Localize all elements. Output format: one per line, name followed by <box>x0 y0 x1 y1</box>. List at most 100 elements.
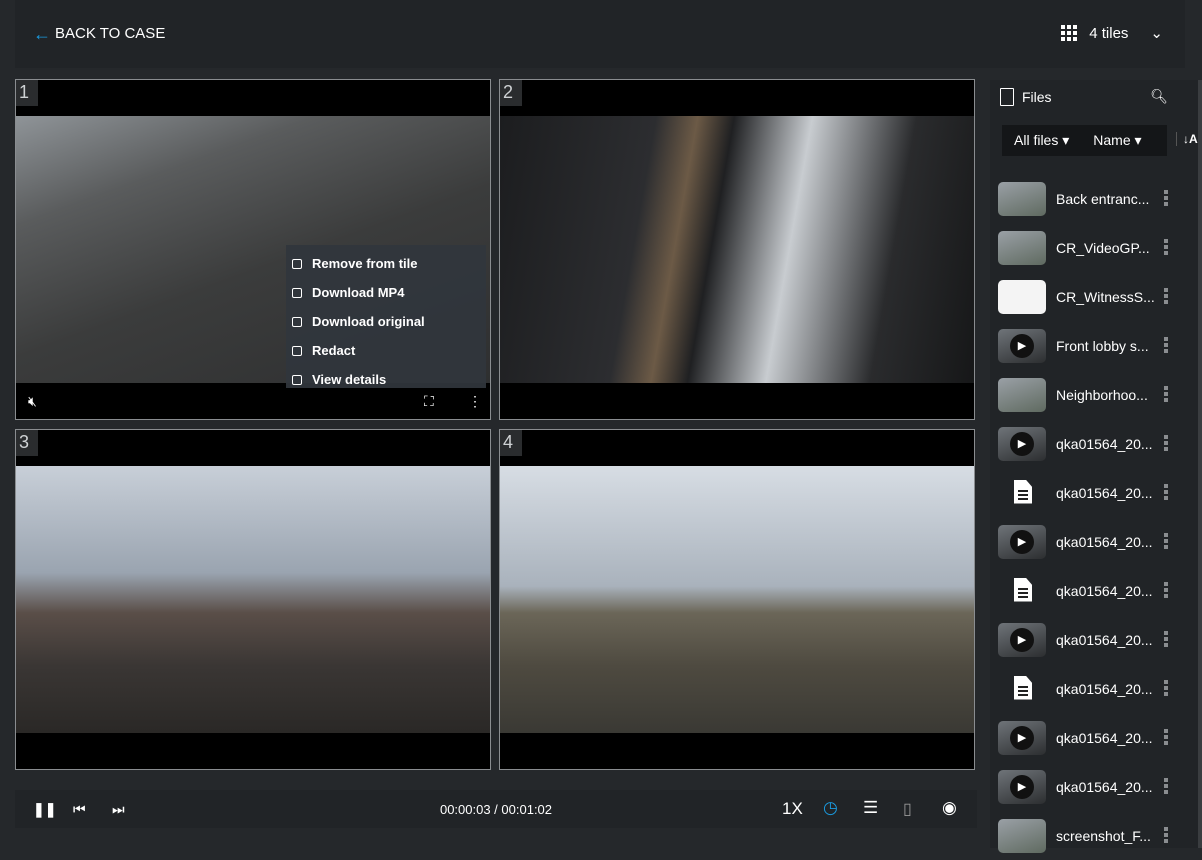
eye-icon[interactable]: ◉ <box>942 798 957 818</box>
file-name: Front lobby s... <box>1056 337 1149 354</box>
file-thumbnail <box>998 181 1046 216</box>
file-list-item[interactable]: Back entranc... <box>998 174 1188 223</box>
file-name: qka01564_20... <box>1056 778 1153 795</box>
file-list: Back entranc... CR_VideoGP... CR_WitnessS.… <box>998 174 1188 860</box>
file-options-icon[interactable] <box>1164 435 1168 451</box>
tile-number: 3 <box>16 430 38 456</box>
file-list-item[interactable]: qka01564_20... <box>998 566 1188 615</box>
file-options-icon[interactable] <box>1164 386 1168 402</box>
clock-icon[interactable]: ◷ <box>823 798 838 818</box>
grid-icon <box>1061 25 1078 41</box>
file-list-item[interactable]: qka01564_20... <box>998 468 1188 517</box>
video-tile-4[interactable]: 4 <box>499 429 975 770</box>
search-icon[interactable]: 🔍︎ <box>1150 88 1168 105</box>
document-icon <box>1014 577 1032 602</box>
document-icon <box>1014 479 1032 504</box>
tile-number: 4 <box>500 430 522 456</box>
file-thumbnail: ▶ <box>998 622 1046 657</box>
menu-item-redact[interactable]: Redact <box>286 336 486 365</box>
file-name: Back entranc... <box>1056 190 1150 207</box>
map-icon[interactable]: ▯ <box>903 799 912 819</box>
file-icon <box>1000 88 1014 106</box>
file-list-item[interactable]: ▶ Front lobby s... <box>998 321 1188 370</box>
filter-dropdown[interactable]: All files ▾ <box>1002 132 1081 149</box>
file-thumbnail <box>998 377 1046 412</box>
file-name: qka01564_20... <box>1056 729 1153 746</box>
file-name: qka01564_20... <box>1056 533 1153 550</box>
file-thumbnail: ▶ <box>998 328 1046 363</box>
fullscreen-icon[interactable]: ⛶ <box>424 393 434 410</box>
play-icon: ▶ <box>1010 529 1034 554</box>
file-list-item[interactable]: ▶ qka01564_20... <box>998 762 1188 811</box>
files-sidebar: Files 🔍︎ All files ▾ Name ▾ ↓AZ Back ent… <box>990 80 1202 853</box>
file-list-item[interactable]: ▶ qka01564_20... <box>998 615 1188 664</box>
file-name: screenshot_F... <box>1056 827 1151 844</box>
menu-item-download-mp4[interactable]: Download MP4 <box>286 278 486 307</box>
play-icon: ▶ <box>1010 774 1034 799</box>
file-options-icon[interactable] <box>1164 190 1168 206</box>
mute-icon[interactable]: 🔇︎ <box>28 393 37 410</box>
file-options-icon[interactable] <box>1164 337 1168 353</box>
menu-item-remove-from-tile[interactable]: Remove from tile <box>286 249 486 278</box>
menu-item-download-original[interactable]: Download original <box>286 307 486 336</box>
file-options-icon[interactable] <box>1164 288 1168 304</box>
speed-button[interactable]: 1X <box>782 799 803 819</box>
playback-controls: ❚❚ ⏮︎ ⏭︎ 00:00:03 / 00:01:02 1X ◷ ☰ ▯ ◉ <box>15 790 977 828</box>
file-options-icon[interactable] <box>1164 631 1168 647</box>
file-thumbnail <box>998 574 1046 608</box>
video-tile-2[interactable]: 2 <box>499 79 975 420</box>
file-name: CR_VideoGP... <box>1056 239 1150 256</box>
file-options-icon[interactable] <box>1164 484 1168 500</box>
more-options-icon[interactable]: ⋮ <box>468 393 482 410</box>
file-options-icon[interactable] <box>1164 582 1168 598</box>
file-list-item[interactable]: qka01564_20... <box>998 664 1188 713</box>
checkbox-icon <box>292 345 302 356</box>
menu-item-view-details[interactable]: View details <box>286 365 486 394</box>
file-thumbnail <box>998 672 1046 706</box>
file-thumbnail <box>998 818 1046 853</box>
file-thumbnail: ▶ <box>998 769 1046 804</box>
file-options-icon[interactable] <box>1164 778 1168 794</box>
file-list-item[interactable]: screenshot_F... <box>998 811 1188 860</box>
files-header: Files <box>1000 88 1052 106</box>
file-name: qka01564_20... <box>1056 582 1153 599</box>
file-list-item[interactable]: ▶ qka01564_20... <box>998 419 1188 468</box>
file-list-item[interactable]: Neighborhoo... <box>998 370 1188 419</box>
play-icon: ▶ <box>1010 431 1034 456</box>
file-thumbnail: ▶ <box>998 524 1046 559</box>
checkbox-icon <box>292 258 302 269</box>
sort-by-dropdown[interactable]: Name ▾ <box>1081 132 1153 149</box>
file-options-icon[interactable] <box>1164 680 1168 696</box>
play-icon: ▶ <box>1010 627 1034 652</box>
tile-layout-selector[interactable]: 4 tiles ⌄ <box>1061 24 1163 42</box>
file-list-item[interactable]: CR_VideoGP... <box>998 223 1188 272</box>
file-thumbnail: ▶ <box>998 426 1046 461</box>
chevron-down-icon: ⌄ <box>1150 25 1163 42</box>
document-icon <box>1014 675 1032 700</box>
file-thumbnail <box>998 230 1046 265</box>
transcript-icon[interactable]: ☰ <box>863 798 878 818</box>
file-list-item[interactable]: CR_WitnessS... <box>998 272 1188 321</box>
file-name: qka01564_20... <box>1056 631 1153 648</box>
tile-number: 1 <box>16 80 38 106</box>
file-thumbnail <box>998 476 1046 510</box>
file-filters: All files ▾ Name ▾ <box>1002 125 1167 156</box>
file-list-item[interactable]: ▶ qka01564_20... <box>998 517 1188 566</box>
play-icon: ▶ <box>1010 725 1034 750</box>
arrow-left-icon: ← <box>33 23 51 44</box>
file-options-icon[interactable] <box>1164 827 1168 843</box>
file-name: Neighborhoo... <box>1056 386 1148 403</box>
file-list-item[interactable]: ▶ qka01564_20... <box>998 713 1188 762</box>
video-frame[interactable] <box>16 466 490 733</box>
file-options-icon[interactable] <box>1164 239 1168 255</box>
sidebar-scrollbar[interactable] <box>1198 80 1202 848</box>
video-frame[interactable] <box>500 116 974 383</box>
file-options-icon[interactable] <box>1164 729 1168 745</box>
back-to-case-button[interactable]: ← BACK TO CASE <box>33 23 165 44</box>
video-tile-3[interactable]: 3 <box>15 429 491 770</box>
top-header: ← BACK TO CASE 4 tiles ⌄ <box>15 0 1185 68</box>
file-name: qka01564_20... <box>1056 435 1153 452</box>
video-tile-1[interactable]: 1 🔇︎ ⛶ ⋮ Remove from tile Download MP4 D… <box>15 79 491 420</box>
video-frame[interactable] <box>500 466 974 733</box>
file-options-icon[interactable] <box>1164 533 1168 549</box>
